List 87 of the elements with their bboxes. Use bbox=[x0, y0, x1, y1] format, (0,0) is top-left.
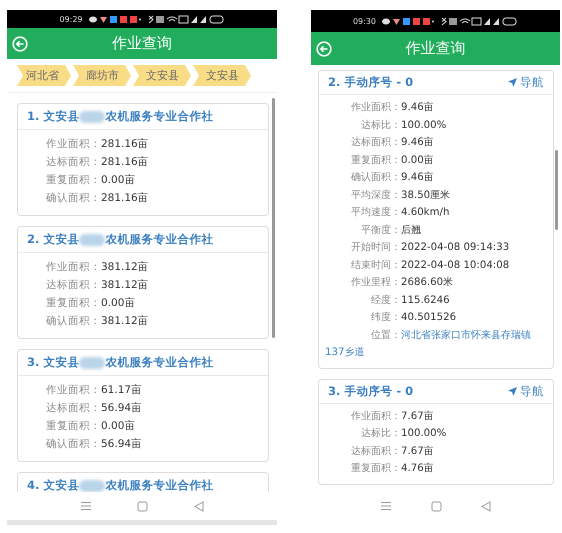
navigation-arrow-icon bbox=[508, 78, 517, 87]
field-label: 重复面积： bbox=[350, 154, 401, 168]
field-label: 作业面积： bbox=[45, 383, 101, 398]
field-value: 381.12亩 bbox=[101, 279, 149, 291]
card-title[interactable]: 1. 文安县 农机服务专业合作社 bbox=[27, 109, 214, 124]
field-label: 重复面积： bbox=[45, 419, 101, 434]
field-label: 结束时间： bbox=[350, 258, 401, 272]
notification-icons-drawing bbox=[382, 16, 434, 26]
field-label: 作业里程： bbox=[350, 276, 401, 290]
field-label: 达标面积： bbox=[350, 444, 401, 458]
card-title[interactable]: 4. 文安县 农机服务专业合作社 bbox=[27, 478, 214, 492]
field-value: 4.76亩 bbox=[401, 463, 434, 474]
field-value: 后翘 bbox=[401, 224, 421, 236]
menu-icon[interactable] bbox=[380, 501, 392, 511]
back-triangle-icon[interactable] bbox=[480, 500, 491, 512]
breadcrumb-item[interactable]: 河北省 bbox=[17, 65, 71, 86]
field-label: 作业面积： bbox=[350, 100, 401, 115]
field-label: 确认面积： bbox=[45, 437, 101, 452]
field-value: 100.00% bbox=[401, 428, 446, 439]
status-time: 09:30 bbox=[352, 16, 376, 26]
location-text[interactable]: 位置：河北省张家口市怀来县存瑞镇137乡道 bbox=[325, 326, 547, 362]
navigation-arrow-icon bbox=[508, 386, 517, 396]
field-label: 作业面积： bbox=[45, 137, 101, 152]
field-label: 达标面积： bbox=[350, 136, 401, 150]
field-label: 平均深度： bbox=[350, 188, 401, 202]
field-label: 达标比： bbox=[360, 118, 401, 132]
field-value: 100.00% bbox=[401, 120, 446, 130]
field-label: 平均速度： bbox=[350, 206, 401, 220]
field-value: 61.17亩 bbox=[101, 384, 142, 396]
field-value: 381.12亩 bbox=[101, 261, 149, 273]
field-label: 达标面积： bbox=[45, 278, 101, 293]
card-title[interactable]: 2. 文安县 农机服务专业合作社 bbox=[27, 232, 214, 247]
back-icon[interactable] bbox=[316, 40, 332, 56]
breadcrumb-item[interactable]: 文安县 bbox=[193, 65, 251, 86]
status-time: 09:29 bbox=[59, 14, 83, 24]
field-value: 2686.60米 bbox=[401, 277, 454, 288]
field-label: 重复面积： bbox=[350, 462, 401, 476]
field-value: 281.16亩 bbox=[101, 156, 149, 168]
home-icon[interactable] bbox=[430, 500, 442, 512]
field-label: 作业面积： bbox=[350, 410, 401, 424]
field-value: 9.46亩 bbox=[401, 172, 434, 183]
page-title: 作业查询 bbox=[406, 39, 466, 58]
field-value: 9.46亩 bbox=[401, 102, 434, 113]
field-label: 平衡度： bbox=[360, 224, 401, 238]
field-label: 纬度： bbox=[370, 310, 401, 325]
field-value: 56.94亩 bbox=[101, 438, 142, 450]
field-label: 作业面积： bbox=[45, 260, 101, 275]
field-value: 7.67亩 bbox=[401, 446, 434, 456]
navigate-link[interactable]: 导航 bbox=[508, 75, 544, 90]
field-value: 40.501526 bbox=[401, 312, 456, 323]
field-value: 2022-04-08 10:04:08 bbox=[401, 260, 510, 270]
menu-icon[interactable] bbox=[80, 501, 92, 511]
field-label: 重复面积： bbox=[45, 296, 101, 311]
card-title[interactable]: 3. 手动序号 - 0 bbox=[328, 384, 414, 398]
back-icon[interactable] bbox=[12, 36, 28, 52]
field-value: 0.00亩 bbox=[101, 420, 136, 432]
field-label: 确认面积： bbox=[45, 314, 101, 329]
field-label: 开始时间： bbox=[350, 240, 401, 255]
field-value: 0.00亩 bbox=[101, 174, 136, 186]
card-title[interactable]: 3. 文安县 农机服务专业合作社 bbox=[27, 355, 214, 370]
breadcrumb-item[interactable]: 廊坊市 bbox=[73, 65, 131, 86]
field-label: 确认面积： bbox=[350, 171, 401, 185]
field-label: 达标面积： bbox=[45, 155, 101, 170]
navigate-link[interactable]: 导航 bbox=[508, 384, 544, 398]
field-label: 经度： bbox=[370, 294, 401, 308]
field-value: 115.6246 bbox=[401, 294, 450, 306]
field-value: 7.67亩 bbox=[401, 410, 434, 422]
notification-icons-drawing bbox=[88, 14, 141, 24]
field-value: 4.60km/h bbox=[401, 207, 450, 218]
field-value: 0.00亩 bbox=[101, 297, 136, 309]
field-value: 281.16亩 bbox=[101, 192, 149, 204]
card-title[interactable]: 2. 手动序号 - 0 bbox=[328, 75, 414, 90]
field-value: 56.94亩 bbox=[101, 402, 142, 414]
field-label: 确认面积： bbox=[45, 191, 101, 206]
field-value: 381.12亩 bbox=[101, 315, 149, 327]
back-triangle-icon[interactable] bbox=[194, 500, 204, 512]
field-label: 达标比： bbox=[360, 426, 401, 441]
field-value: 2022-04-08 09:14:33 bbox=[401, 242, 510, 253]
field-label: 达标面积： bbox=[45, 401, 101, 416]
field-value: 0.00亩 bbox=[401, 154, 434, 166]
breadcrumb-item[interactable]: 文安县 bbox=[133, 65, 191, 86]
page-title: 作业查询 bbox=[112, 34, 172, 53]
field-label: 重复面积： bbox=[45, 173, 101, 188]
field-value: 9.46亩 bbox=[401, 137, 434, 148]
home-icon[interactable] bbox=[137, 500, 148, 512]
field-value: 38.50厘米 bbox=[401, 190, 450, 200]
field-value: 281.16亩 bbox=[101, 138, 149, 150]
